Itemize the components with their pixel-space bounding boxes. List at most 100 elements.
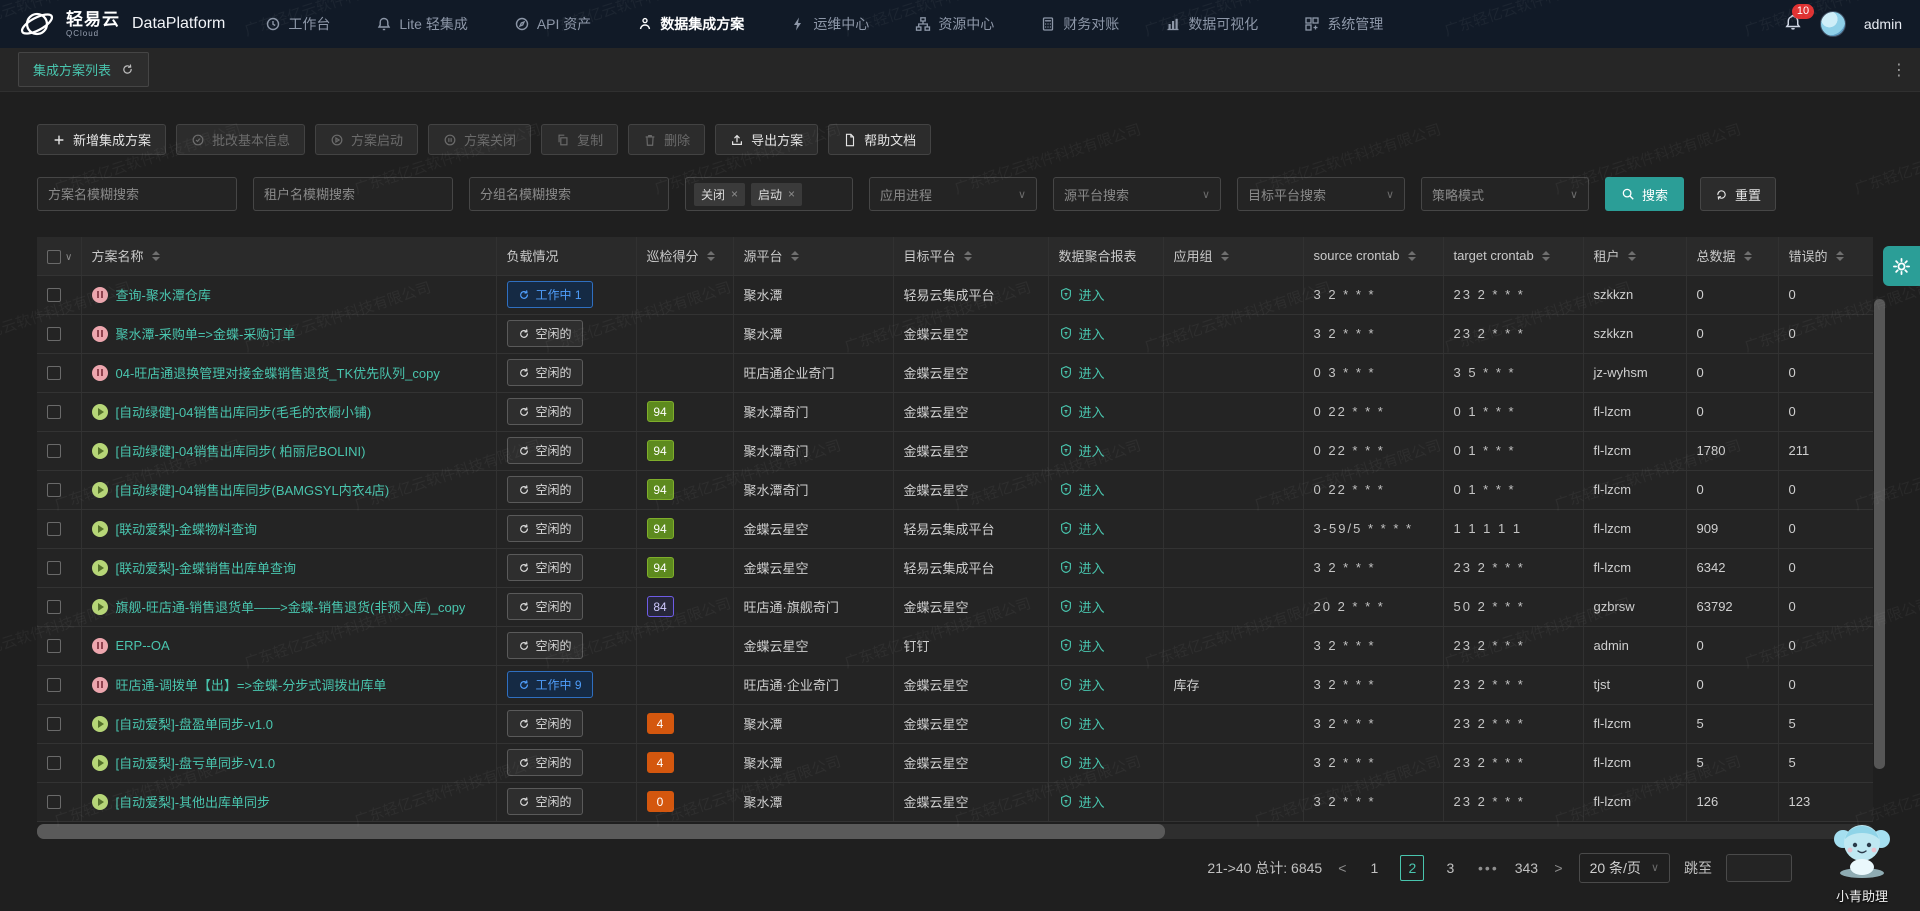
source-platform-select[interactable]: 源平台搜索∨ <box>1053 177 1221 211</box>
select-all-checkbox[interactable] <box>47 250 61 264</box>
row-checkbox[interactable] <box>47 756 61 770</box>
row-checkbox[interactable] <box>47 483 61 497</box>
report-enter-link[interactable]: 进入 <box>1059 675 1105 694</box>
page-last[interactable]: 343 <box>1514 855 1538 881</box>
plan-name-link[interactable]: ERP--OA <box>116 638 170 653</box>
nav-item-api-assets[interactable]: API 资产 <box>514 14 591 34</box>
page-2-active[interactable]: 2 <box>1400 855 1424 881</box>
column-header[interactable]: 巡检得分 <box>636 237 733 275</box>
nav-item-workbench[interactable]: 工作台 <box>265 14 330 34</box>
row-checkbox[interactable] <box>47 717 61 731</box>
app-process-select[interactable]: 应用进程∨ <box>869 177 1037 211</box>
column-header[interactable]: 负载情况 <box>496 237 636 275</box>
load-status-button[interactable]: 空闲的 <box>507 749 583 776</box>
plan-name-link[interactable]: [联动爱梨]-金蝶销售出库单查询 <box>116 558 297 577</box>
sort-icon[interactable] <box>1836 251 1844 261</box>
row-checkbox[interactable] <box>47 366 61 380</box>
row-checkbox[interactable] <box>47 600 61 614</box>
load-status-button[interactable]: 空闲的 <box>507 515 583 542</box>
load-status-button[interactable]: 空闲的 <box>507 320 583 347</box>
nav-item-resource-center[interactable]: 资源中心 <box>915 14 994 34</box>
plan-name-link[interactable]: [自动绿健]-04销售出库同步(毛毛的衣橱小铺) <box>116 402 372 421</box>
plan-name-link[interactable]: 查询-聚水潭仓库 <box>116 285 211 304</box>
plan-name-search-input[interactable] <box>37 177 237 211</box>
load-status-button[interactable]: 空闲的 <box>507 359 583 386</box>
report-enter-link[interactable]: 进入 <box>1059 480 1105 499</box>
user-avatar[interactable] <box>1820 11 1846 37</box>
column-settings-button[interactable] <box>1883 246 1920 286</box>
copy-button[interactable]: 复制 <box>541 124 618 155</box>
column-header[interactable]: 错误的 <box>1778 237 1873 275</box>
sort-icon[interactable] <box>1221 251 1229 261</box>
column-header[interactable]: source crontab <box>1303 237 1443 275</box>
strategy-mode-select[interactable]: 策略模式∨ <box>1421 177 1589 211</box>
load-status-button[interactable]: 空闲的 <box>507 398 583 425</box>
tag-remove-icon[interactable]: × <box>788 187 795 201</box>
group-name-search-input[interactable] <box>469 177 669 211</box>
plan-close-button[interactable]: 方案关闭 <box>428 124 531 155</box>
report-enter-link[interactable]: 进入 <box>1059 441 1105 460</box>
plan-start-button[interactable]: 方案启动 <box>315 124 418 155</box>
new-plan-button[interactable]: 新增集成方案 <box>37 124 166 155</box>
report-enter-link[interactable]: 进入 <box>1059 558 1105 577</box>
plan-name-link[interactable]: [自动爱梨]-其他出库单同步 <box>116 792 271 811</box>
report-enter-link[interactable]: 进入 <box>1059 285 1105 304</box>
plan-name-link[interactable]: [联动爱梨]-金蝶物料查询 <box>116 519 258 538</box>
horizontal-scrollbar-thumb[interactable] <box>37 824 1165 839</box>
refresh-icon[interactable] <box>121 63 134 76</box>
report-enter-link[interactable]: 进入 <box>1059 792 1105 811</box>
row-checkbox[interactable] <box>47 405 61 419</box>
column-header[interactable]: 源平台 <box>733 237 893 275</box>
status-multiselect[interactable]: 关闭× 启动× <box>685 177 853 211</box>
sort-icon[interactable] <box>791 251 799 261</box>
plan-name-link[interactable]: [自动绿健]-04销售出库同步( 柏丽尼BOLINI) <box>116 441 366 460</box>
page-1[interactable]: 1 <box>1362 855 1386 881</box>
header-dropdown-icon[interactable]: ∨ <box>65 252 72 263</box>
sort-icon[interactable] <box>152 251 160 261</box>
page-size-select[interactable]: 20 条/页∨ <box>1579 853 1670 883</box>
report-enter-link[interactable]: 进入 <box>1059 402 1105 421</box>
column-header[interactable]: 目标平台 <box>893 237 1048 275</box>
user-name[interactable]: admin <box>1864 16 1902 32</box>
horizontal-scrollbar[interactable] <box>37 824 1873 839</box>
sort-icon[interactable] <box>1628 251 1636 261</box>
delete-button[interactable]: 删除 <box>628 124 705 155</box>
load-status-button[interactable]: 工作中 1 <box>507 281 593 308</box>
load-status-button[interactable]: 空闲的 <box>507 476 583 503</box>
plan-name-link[interactable]: [自动爱梨]-盘亏单同步-V1.0 <box>116 753 276 772</box>
report-enter-link[interactable]: 进入 <box>1059 363 1105 382</box>
report-enter-link[interactable]: 进入 <box>1059 636 1105 655</box>
nav-item-lite-integration[interactable]: Lite 轻集成 <box>376 14 467 34</box>
search-button[interactable]: 搜索 <box>1605 177 1684 211</box>
export-plan-button[interactable]: 导出方案 <box>715 124 818 155</box>
column-header[interactable]: target crontab <box>1443 237 1583 275</box>
reset-button[interactable]: 重置 <box>1700 177 1776 211</box>
column-header[interactable]: 数据聚合报表 <box>1048 237 1163 275</box>
tab-integration-plan-list[interactable]: 集成方案列表 <box>18 52 149 87</box>
report-enter-link[interactable]: 进入 <box>1059 519 1105 538</box>
row-checkbox[interactable] <box>47 288 61 302</box>
notification-bell[interactable]: 10 <box>1784 13 1802 36</box>
sort-icon[interactable] <box>964 251 972 261</box>
nav-item-ops-center[interactable]: 运维中心 <box>790 14 869 34</box>
jump-page-input[interactable] <box>1726 854 1792 882</box>
sort-icon[interactable] <box>707 251 715 261</box>
column-header[interactable]: 应用组 <box>1163 237 1303 275</box>
plan-name-link[interactable]: [自动爱梨]-盘盈单同步-v1.0 <box>116 714 273 733</box>
load-status-button[interactable]: 空闲的 <box>507 437 583 464</box>
column-header[interactable]: 方案名称 <box>81 237 496 275</box>
sort-icon[interactable] <box>1744 251 1752 261</box>
row-checkbox[interactable] <box>47 678 61 692</box>
row-checkbox[interactable] <box>47 327 61 341</box>
load-status-button[interactable]: 空闲的 <box>507 554 583 581</box>
report-enter-link[interactable]: 进入 <box>1059 597 1105 616</box>
tab-options-icon[interactable]: ⋮ <box>1891 60 1908 80</box>
report-enter-link[interactable]: 进入 <box>1059 714 1105 733</box>
plan-name-link[interactable]: 聚水潭-采购单=>金蝶-采购订单 <box>116 324 296 343</box>
row-checkbox[interactable] <box>47 444 61 458</box>
assistant-mascot[interactable]: 小青助理 <box>1814 817 1910 905</box>
page-3[interactable]: 3 <box>1438 855 1462 881</box>
row-checkbox[interactable] <box>47 561 61 575</box>
row-checkbox[interactable] <box>47 639 61 653</box>
column-header[interactable]: 租户 <box>1583 237 1686 275</box>
